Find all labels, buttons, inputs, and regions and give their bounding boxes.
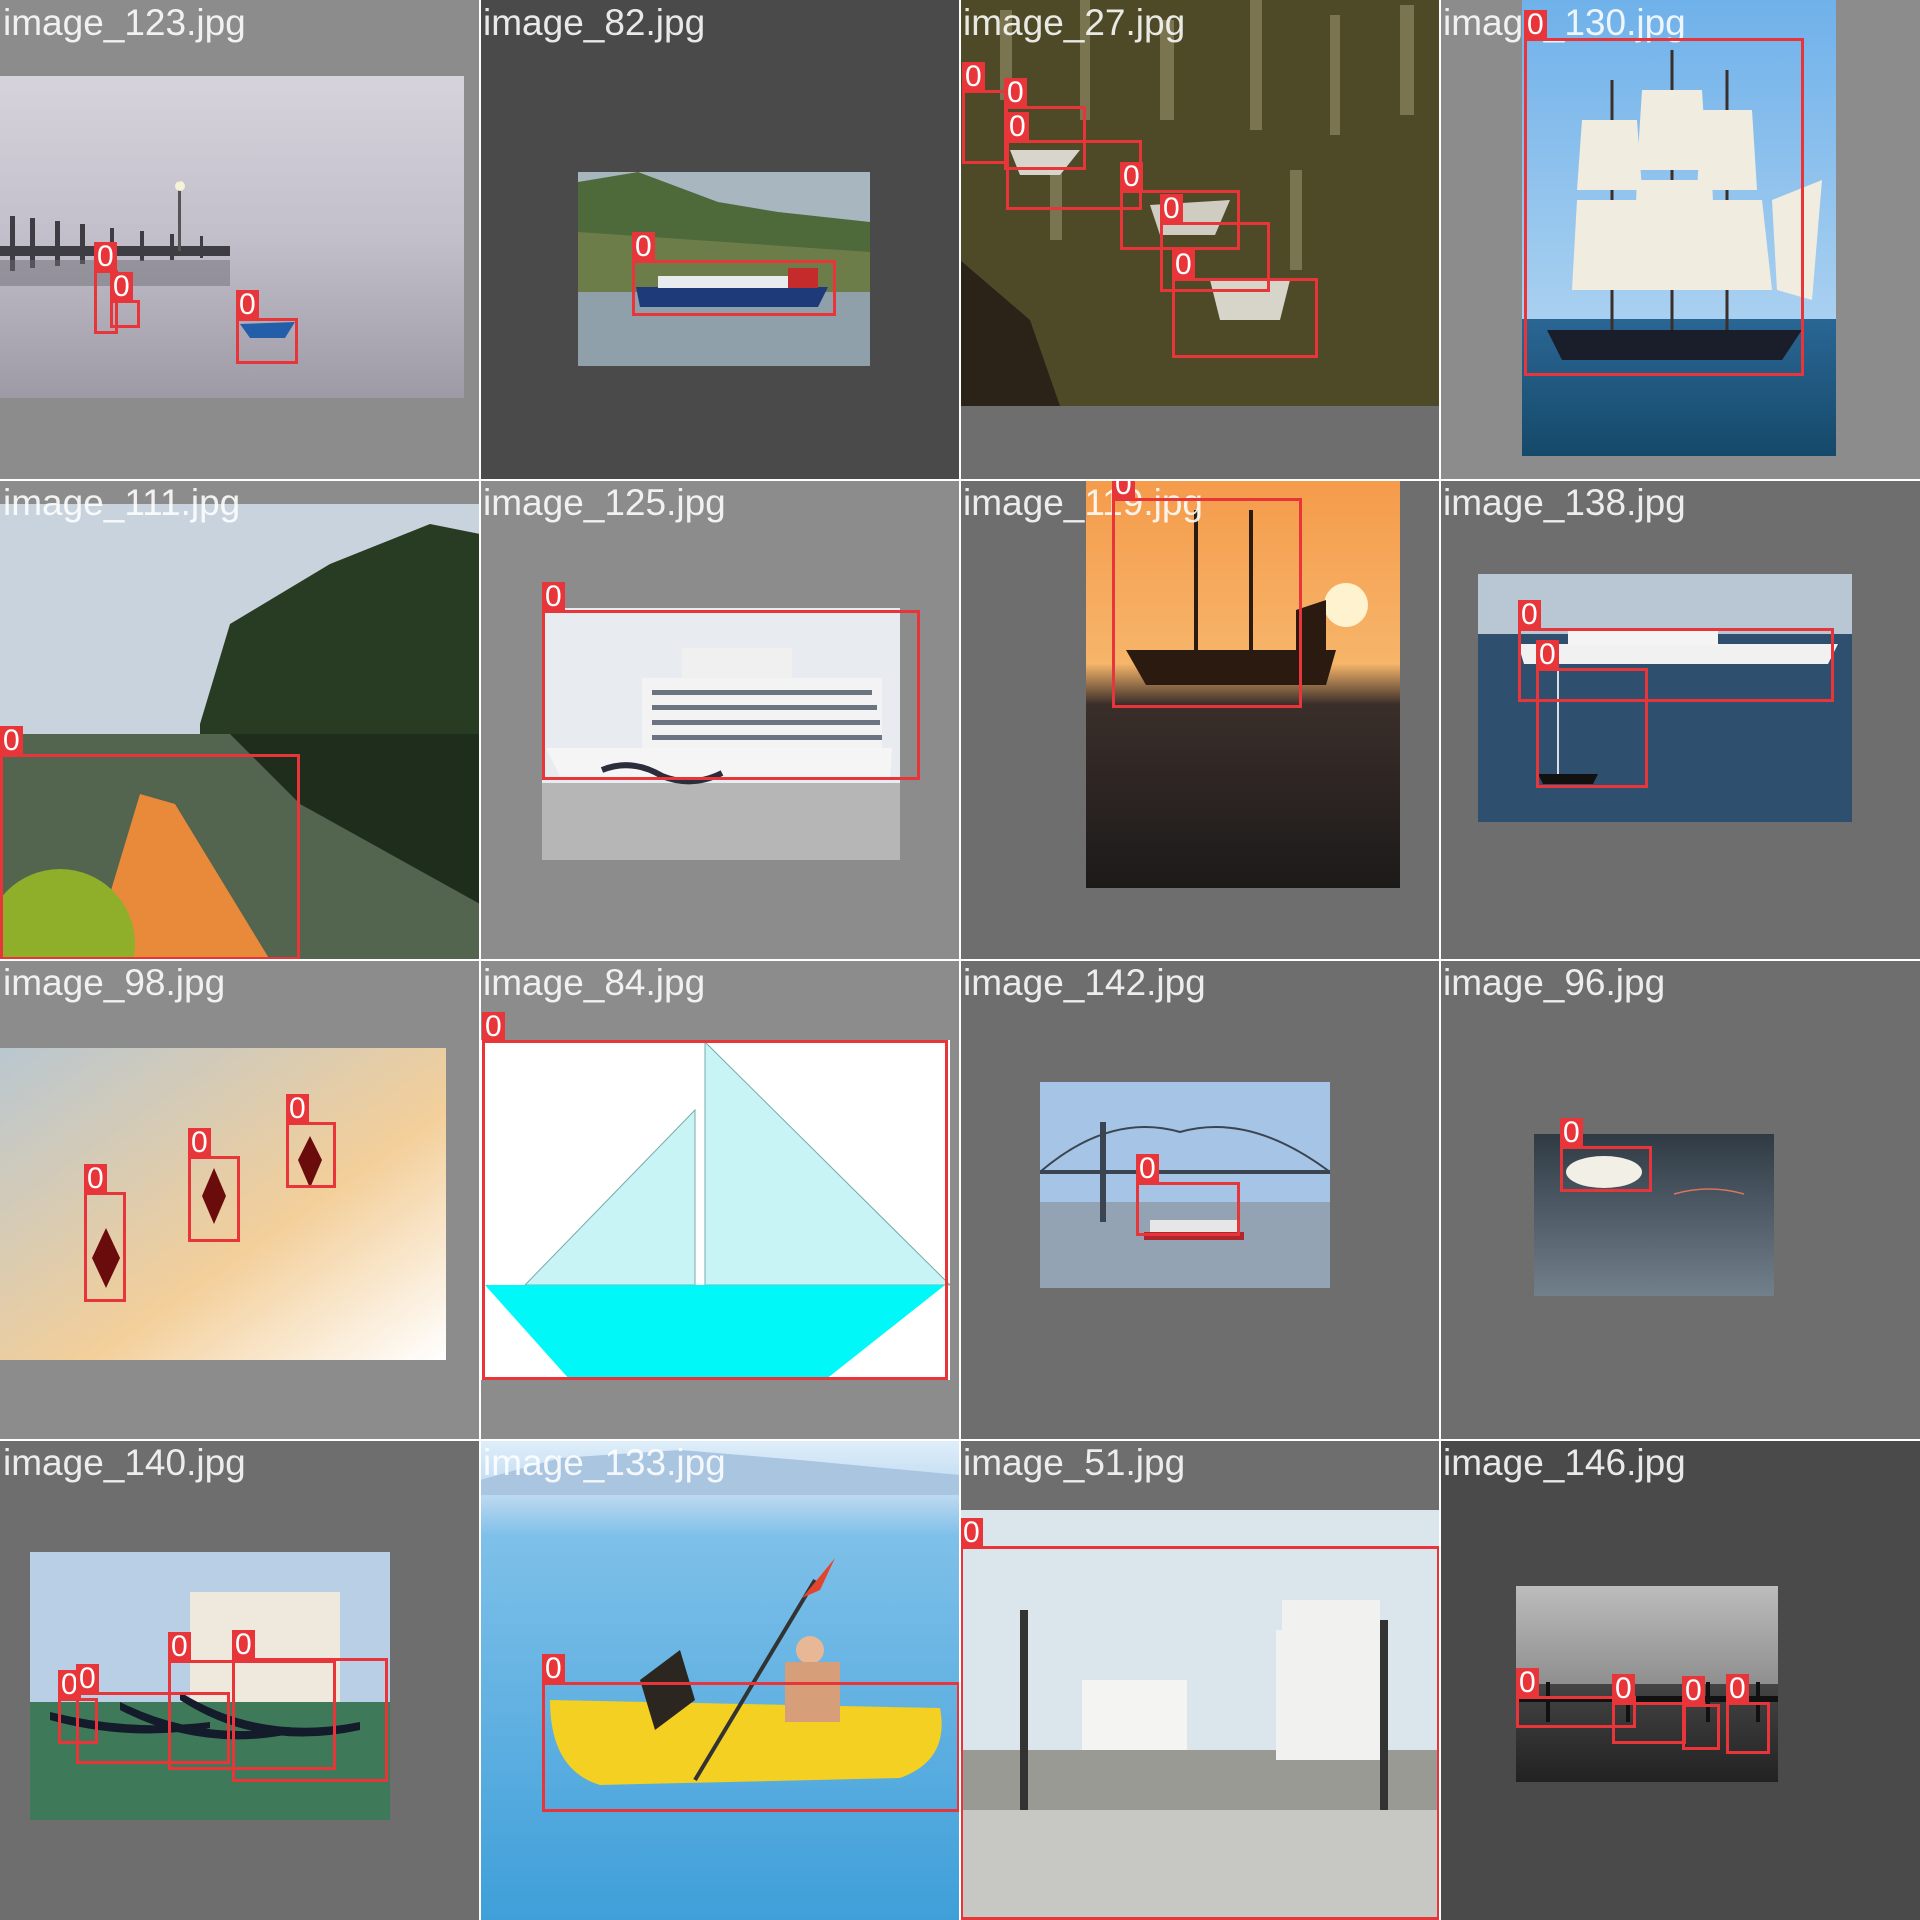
class-label: 0: [542, 1654, 565, 1684]
class-label: 0: [1612, 1674, 1635, 1704]
tile-image-138: image_138.jpg 0 0: [1440, 480, 1920, 960]
detection-box: 0: [1612, 1674, 1686, 1744]
class-label: 0: [1160, 194, 1183, 224]
tile-image-84: image_84.jpg 0: [480, 960, 960, 1440]
tile-image-123: image_123.jpg 0 0 0: [0, 0, 480, 480]
detection-box: 0: [542, 1654, 960, 1812]
class-label: 0: [1682, 1676, 1705, 1706]
detection-box: 0: [286, 1094, 336, 1188]
tile-image-133: image_133.jpg 0: [480, 1440, 960, 1920]
detection-box: 0: [962, 62, 1008, 164]
class-label: 0: [1524, 10, 1547, 40]
class-label: 0: [960, 1518, 983, 1548]
tile-image-27: image_27.jpg 0 0 0 0 0 0: [960, 0, 1440, 480]
class-label: 0: [1136, 1154, 1159, 1184]
class-label: 0: [1006, 112, 1029, 142]
class-label: 0: [0, 726, 23, 756]
detection-box: 0: [1726, 1674, 1770, 1754]
class-label: 0: [110, 272, 133, 302]
tile-image-96: image_96.jpg 0: [1440, 960, 1920, 1440]
grid-divider: [0, 1439, 1920, 1441]
detection-box: 0: [110, 272, 140, 328]
class-label: 0: [236, 290, 259, 320]
detection-box: 0: [0, 726, 300, 960]
detection-box: 0: [1682, 1676, 1720, 1750]
class-label: 0: [1518, 600, 1541, 630]
class-label: 0: [1536, 640, 1559, 670]
class-label: 0: [1004, 78, 1027, 108]
detection-box: 0: [1524, 10, 1804, 376]
class-label: 0: [1516, 1668, 1539, 1698]
detection-box: 0: [482, 1012, 948, 1380]
class-label: 0: [482, 1012, 505, 1042]
detection-box: 0: [1560, 1118, 1652, 1192]
detection-box: 0: [188, 1128, 240, 1242]
detection-box: 0: [1136, 1154, 1240, 1236]
tile-image-125: image_125.jpg 0: [480, 480, 960, 960]
class-label: 0: [632, 232, 655, 262]
detection-box: 0: [84, 1164, 126, 1302]
detection-mosaic: image_123.jpg 0 0 0 image_82.jpg 0 image…: [0, 0, 1920, 1920]
class-label: 0: [962, 62, 985, 92]
tile-image-98: image_98.jpg 0 0 0: [0, 960, 480, 1440]
class-label: 0: [188, 1128, 211, 1158]
class-label: 0: [1726, 1674, 1749, 1704]
class-label: 0: [94, 242, 117, 272]
class-label: 0: [1560, 1118, 1583, 1148]
detection-box: 0: [1112, 480, 1302, 708]
class-label: 0: [84, 1164, 107, 1194]
class-label: 0: [168, 1632, 191, 1662]
class-label: 0: [232, 1630, 255, 1660]
class-label: 0: [286, 1094, 309, 1124]
class-label: 0: [1112, 480, 1135, 500]
detection-box: 0: [960, 1518, 1440, 1920]
tile-image-140: image_140.jpg 0 0 0 0: [0, 1440, 480, 1920]
detection-box: 0: [236, 290, 298, 364]
class-label: 0: [76, 1664, 99, 1694]
tile-image-142: image_142.jpg 0: [960, 960, 1440, 1440]
tile-image-51: image_51.jpg 0: [960, 1440, 1440, 1920]
tile-image-82: image_82.jpg 0: [480, 0, 960, 480]
detection-box: 0: [542, 582, 920, 780]
class-label: 0: [542, 582, 565, 612]
class-label: 0: [1120, 162, 1143, 192]
tile-image-130: image_130.jpg 0: [1440, 0, 1920, 480]
detection-box: 0: [632, 232, 836, 316]
detection-box: 0: [1536, 640, 1648, 788]
detection-box: 0: [1172, 250, 1318, 358]
grid-divider: [0, 959, 1920, 961]
detection-box: 0: [232, 1630, 388, 1782]
tile-image-146: image_146.jpg 0 0 0 0: [1440, 1440, 1920, 1920]
tile-image-111: image_111.jpg 0: [0, 480, 480, 960]
class-label: 0: [1172, 250, 1195, 280]
tile-image-119: image_119.jpg 0: [960, 480, 1440, 960]
grid-divider: [0, 479, 1920, 481]
photo-foggy-pier: [0, 76, 464, 398]
